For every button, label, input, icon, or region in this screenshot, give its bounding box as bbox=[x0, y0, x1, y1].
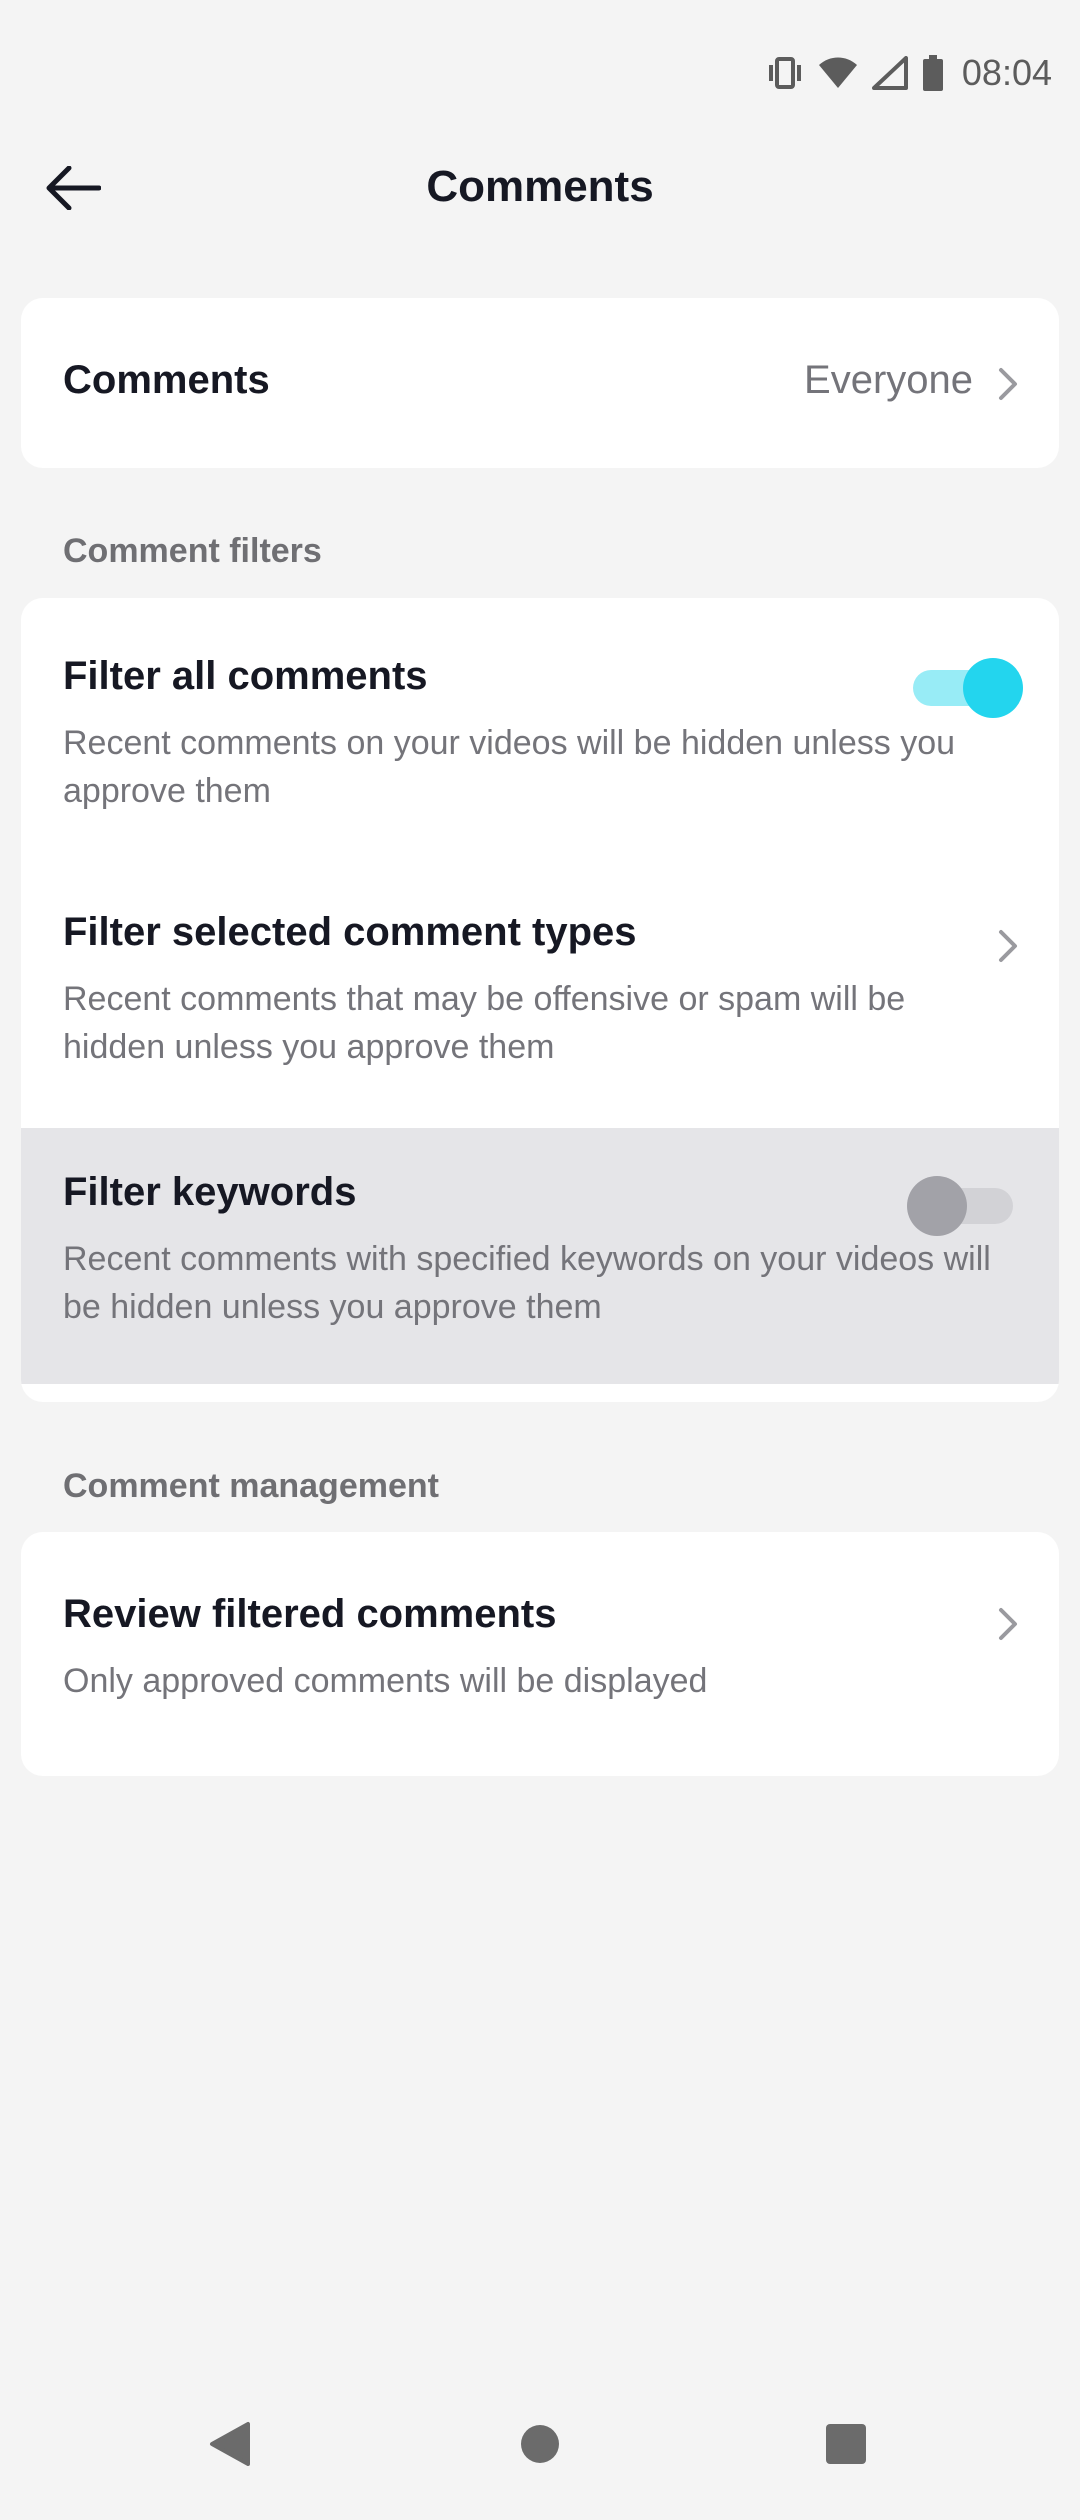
chevron-right-icon bbox=[997, 366, 1021, 402]
back-triangle-icon bbox=[208, 2420, 252, 2473]
chevron-right-icon bbox=[997, 928, 1021, 964]
filter-all-comments-title: Filter all comments bbox=[63, 654, 428, 698]
nav-back-button[interactable] bbox=[190, 2406, 270, 2486]
nav-home-button[interactable] bbox=[500, 2406, 580, 2486]
status-time: 08:04 bbox=[961, 52, 1052, 93]
filter-all-comments-description: Recent comments on your videos will be h… bbox=[63, 724, 956, 810]
filter-keywords-row: Filter keywords Recent comments with spe… bbox=[21, 1128, 1059, 1384]
comments-setting-row[interactable]: Comments Everyone bbox=[21, 298, 1059, 468]
recents-square-icon bbox=[825, 2423, 867, 2470]
wifi-icon bbox=[818, 56, 858, 90]
home-circle-icon bbox=[519, 2423, 561, 2470]
comment-filters-card: Filter all comments Recent comments on y… bbox=[21, 598, 1059, 1402]
filter-all-comments-toggle[interactable] bbox=[907, 654, 1023, 718]
signal-icon bbox=[871, 56, 908, 90]
status-bar: 08:04 bbox=[0, 0, 1080, 150]
chevron-right-icon bbox=[997, 1606, 1021, 1642]
status-icons: 08:04 bbox=[766, 48, 1052, 98]
comments-setting-value: Everyone bbox=[804, 358, 973, 402]
header: Comments bbox=[0, 140, 1080, 240]
system-nav-bar bbox=[0, 2380, 1080, 2520]
comments-setting-label: Comments bbox=[63, 358, 270, 402]
filter-selected-comment-types-description: Recent comments that may be offensive or… bbox=[63, 980, 906, 1066]
section-label-comment-filters: Comment filters bbox=[63, 532, 322, 570]
review-filtered-comments-description: Only approved comments will be displayed bbox=[63, 1662, 708, 1700]
filter-selected-comment-types-title: Filter selected comment types bbox=[63, 910, 637, 954]
toggle-knob bbox=[907, 1176, 967, 1236]
filter-selected-comment-types-row[interactable]: Filter selected comment types Recent com… bbox=[21, 854, 1059, 1110]
filter-keywords-toggle[interactable] bbox=[907, 1172, 1017, 1236]
vibrate-icon bbox=[766, 56, 804, 90]
page-title: Comments bbox=[426, 162, 654, 211]
toggle-knob bbox=[963, 658, 1023, 718]
nav-recents-button[interactable] bbox=[806, 2406, 886, 2486]
filter-keywords-title: Filter keywords bbox=[63, 1170, 357, 1214]
filter-keywords-description: Recent comments with specified keywords … bbox=[63, 1240, 991, 1326]
filter-all-comments-row: Filter all comments Recent comments on y… bbox=[21, 598, 1059, 854]
battery-icon bbox=[922, 55, 944, 91]
review-filtered-comments-title: Review filtered comments bbox=[63, 1592, 557, 1636]
review-filtered-comments-row[interactable]: Review filtered comments Only approved c… bbox=[21, 1532, 1059, 1776]
section-label-comment-management: Comment management bbox=[63, 1467, 439, 1505]
